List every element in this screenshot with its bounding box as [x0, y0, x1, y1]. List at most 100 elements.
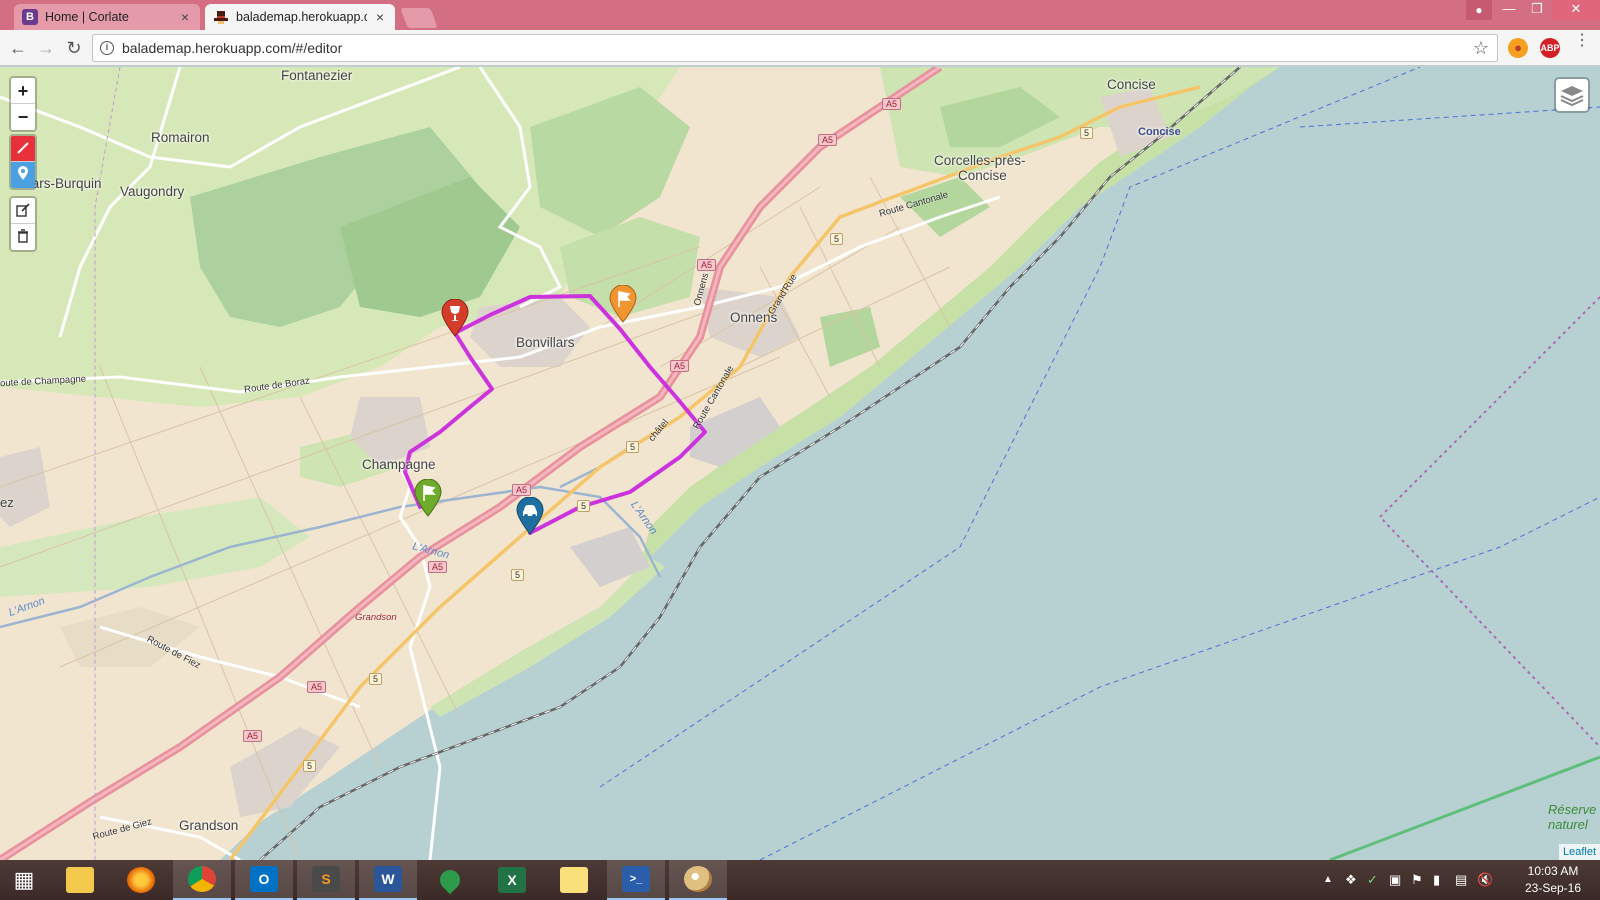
security-shield-icon[interactable]: ✓ — [1367, 872, 1378, 888]
zoom-out-button[interactable]: − — [11, 104, 35, 130]
road-shield: A5 — [818, 134, 838, 146]
new-tab-button[interactable] — [400, 8, 438, 28]
volume-muted-icon[interactable]: 🔇 — [1477, 872, 1493, 888]
bootstrap-favicon-icon: B — [22, 9, 38, 25]
parking-marker[interactable] — [516, 496, 544, 535]
zoom-control: + − — [9, 76, 37, 132]
finish-marker[interactable] — [609, 284, 637, 323]
road-shield: A5 — [512, 484, 532, 496]
system-clock[interactable]: 10:03 AM 23-Sep-16 — [1513, 863, 1593, 897]
restore-button[interactable]: ❐ — [1522, 0, 1552, 20]
place-label: Bonvillars — [516, 335, 575, 350]
sublime-icon: S — [312, 866, 340, 892]
draw-toolbar — [9, 134, 37, 190]
show-hidden-icons[interactable]: ▲ — [1323, 874, 1333, 885]
taskbar-outlook[interactable]: O — [235, 860, 293, 900]
road-shield: A5 — [882, 98, 902, 110]
back-arrow-icon[interactable]: ← — [6, 36, 30, 60]
place-label: Vaugondry — [120, 184, 185, 199]
place-label: Romairon — [151, 130, 210, 145]
tab-balademap[interactable]: balademap.herokuapp.co × — [205, 4, 395, 30]
start-marker[interactable] — [414, 478, 442, 517]
folder-icon — [66, 867, 94, 893]
place-label: Grandson — [179, 818, 239, 833]
menu-icon[interactable]: ⋮ — [1574, 33, 1590, 49]
place-label: Corcelles-près- — [934, 153, 1026, 168]
road-shield: A5 — [243, 730, 263, 742]
clock-date: 23-Sep-16 — [1524, 881, 1582, 895]
road-shield: A5 — [697, 259, 717, 271]
road-shield: A5 — [307, 681, 327, 693]
road-shield: A5 — [428, 561, 448, 573]
close-icon[interactable]: × — [178, 9, 192, 25]
map-pin-icon — [435, 865, 465, 895]
place-label: Fontanezier — [281, 68, 353, 83]
network-devices-icon[interactable]: ▣ — [1389, 872, 1401, 888]
chrome-icon — [188, 866, 216, 892]
taskbar-sticky-notes[interactable] — [545, 860, 603, 900]
layers-icon — [1560, 86, 1584, 107]
place-label: Concise — [1107, 77, 1156, 92]
close-window-button[interactable]: ✕ — [1552, 0, 1600, 20]
draw-polyline-button[interactable] — [11, 136, 35, 162]
outlook-icon: O — [250, 866, 278, 892]
taskbar-sublime[interactable]: S — [297, 860, 355, 900]
windows-logo-icon: ▦ — [13, 867, 35, 892]
dropbox-icon[interactable]: ❖ — [1345, 872, 1357, 888]
road-shield: 5 — [303, 760, 317, 772]
address-bar[interactable]: i balademap.herokuapp.com/#/editor ☆ — [92, 34, 1498, 62]
action-flag-icon[interactable]: ⚑ — [1411, 872, 1423, 888]
clock-time: 10:03 AM — [1527, 864, 1579, 878]
draw-marker-button[interactable] — [11, 162, 35, 188]
tab-corlate[interactable]: B Home | Corlate × — [14, 4, 200, 30]
layers-control[interactable] — [1554, 77, 1590, 113]
place-label: Champagne — [362, 457, 436, 472]
place-label: Concise — [1138, 126, 1181, 138]
wifi-signal-icon[interactable]: ▤ — [1455, 872, 1467, 888]
url-text[interactable]: balademap.herokuapp.com/#/editor — [122, 40, 1473, 56]
info-icon[interactable]: i — [100, 41, 114, 55]
flame-extension-icon[interactable]: ● — [1508, 38, 1528, 58]
road-shield: 5 — [577, 500, 591, 512]
hat-icon — [213, 9, 229, 25]
sticky-note-icon — [560, 867, 588, 893]
browser-title-bar: B Home | Corlate × balademap.herokuapp.c… — [0, 0, 1600, 30]
taskbar-file-explorer[interactable] — [51, 860, 109, 900]
taskbar-powershell[interactable]: >_ — [607, 860, 665, 900]
road-label: Grandson — [355, 612, 397, 623]
start-button[interactable]: ▦ — [0, 860, 48, 900]
close-icon[interactable]: × — [373, 9, 387, 25]
wine-marker[interactable] — [441, 298, 469, 337]
edit-layers-button[interactable] — [11, 198, 35, 224]
map-canvas[interactable]: Fontanezier Romairon Villars-Burquin Vau… — [0, 67, 1600, 860]
reload-icon[interactable]: ↻ — [62, 36, 86, 60]
taskbar-chrome[interactable] — [173, 860, 231, 900]
tab-title: Home | Corlate — [45, 10, 129, 24]
pencil-line-icon — [17, 142, 29, 154]
leaflet-attribution-link[interactable]: Leaflet — [1558, 844, 1600, 860]
map-tiles — [0, 67, 1600, 860]
taskbar-paint[interactable] — [669, 860, 727, 900]
bookmark-star-icon[interactable]: ☆ — [1473, 38, 1489, 59]
paint-palette-icon — [684, 866, 712, 892]
taskbar-firefox[interactable] — [112, 860, 170, 900]
tab-title: balademap.herokuapp.co — [236, 10, 367, 24]
excel-icon: X — [498, 867, 526, 893]
forward-arrow-icon[interactable]: → — [34, 36, 58, 60]
zoom-in-button[interactable]: + — [11, 78, 35, 104]
delete-layers-button[interactable] — [11, 224, 35, 250]
taskbar-excel[interactable]: X — [483, 860, 541, 900]
road-label: ez — [0, 495, 14, 510]
profile-icon[interactable]: ● — [1466, 0, 1492, 20]
road-shield: 5 — [369, 673, 383, 685]
minimize-button[interactable]: — — [1494, 0, 1524, 20]
taskbar-maps[interactable] — [421, 860, 479, 900]
road-shield: 5 — [511, 569, 525, 581]
battery-icon[interactable]: ▮ — [1433, 872, 1440, 888]
firefox-icon — [127, 867, 155, 893]
word-icon: W — [374, 866, 402, 892]
road-shield: 5 — [626, 441, 640, 453]
road-shield: A5 — [670, 360, 690, 372]
taskbar-word[interactable]: W — [359, 860, 417, 900]
adblock-icon[interactable]: ABP — [1540, 38, 1560, 58]
